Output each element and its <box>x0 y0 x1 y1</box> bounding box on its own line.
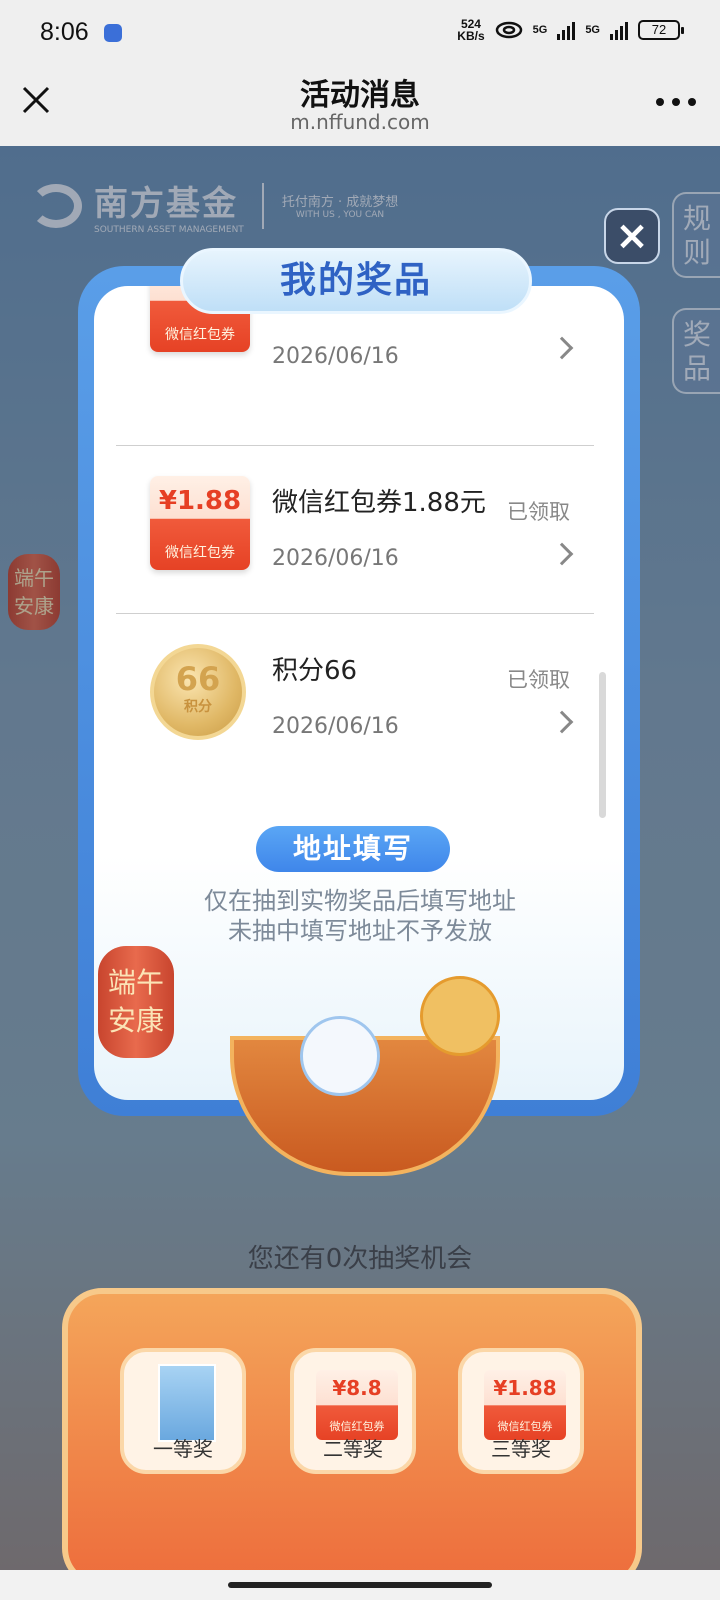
coin-label: 积分 <box>184 699 212 715</box>
blind-box-icon <box>158 1364 216 1442</box>
network-type-1: 5G <box>532 24 548 36</box>
network-speed-unit: KB/s <box>457 29 485 43</box>
redpack-label: 微信红包券 <box>165 545 235 561</box>
wechat-redpack-icon: ¥1.88 微信红包券 <box>150 476 250 570</box>
chevron-right-icon[interactable] <box>550 710 574 734</box>
hotspot-icon <box>495 21 522 39</box>
modal-close-button[interactable]: × <box>604 208 660 264</box>
app-notification-icon <box>104 24 122 42</box>
prize-date: 2026/06/16 <box>272 714 399 739</box>
address-note: 仅在抽到实物奖品后填写地址 未抽中填写地址不予发放 <box>100 886 620 946</box>
more-icon[interactable] <box>656 98 696 108</box>
points-coin-icon: 66 积分 <box>150 644 246 740</box>
prize-cell-third: ¥1.88 微信红包券 三等奖 <box>458 1348 584 1474</box>
gesture-handle[interactable] <box>228 1582 492 1588</box>
status-time: 8:06 <box>40 18 89 46</box>
chevron-right-icon[interactable] <box>550 336 574 360</box>
mini-redpack-label: 微信红包券 <box>497 1420 553 1433</box>
page-url: m.nffund.com <box>290 110 430 134</box>
network-speed: 524 KB/s <box>457 18 484 42</box>
gesture-bar <box>0 1570 720 1600</box>
address-note-line-2: 未抽中填写地址不予发放 <box>228 917 492 945</box>
dragon-head-illustration <box>420 976 500 1056</box>
prize-title: 微信红包券1.88元 <box>272 488 486 518</box>
lantern-front: 端午安康 <box>98 946 174 1058</box>
signal-icon-2 <box>610 20 628 40</box>
redpack-label: 微信红包券 <box>165 327 235 343</box>
prize-status: 已领取 <box>507 500 570 524</box>
mini-redpack-label: 微信红包券 <box>329 1420 385 1433</box>
prize-row[interactable]: ¥1.88 微信红包券 微信红包券1.88元 已领取 2026/06/16 <box>116 446 594 614</box>
signal-icon <box>557 20 576 40</box>
coin-number: 66 <box>175 660 221 698</box>
prize-title: 积分66 <box>272 656 358 686</box>
mini-redpack-amount: ¥8.8 <box>332 1376 382 1400</box>
mascot-illustration <box>300 1016 380 1096</box>
browser-nav-bar: 活动消息 m.nffund.com <box>0 64 720 146</box>
redpack-amount: ¥1.88 <box>158 486 242 516</box>
wechat-redpack-icon: ¥1.88 微信红包券 <box>484 1370 566 1440</box>
chevron-right-icon[interactable] <box>550 542 574 566</box>
prize-row[interactable]: 66 积分 积分66 已领取 2026/06/16 <box>116 614 594 782</box>
lottery-board: 一等奖 ¥8.8 微信红包券 二等奖 ¥1.88 微信红包券 三等奖 <box>62 1288 642 1570</box>
status-bar: 8:06 524 KB/s 5G 5G 72 <box>0 0 720 64</box>
draw-chances-text: 您还有0次抽奖机会 <box>247 1244 473 1274</box>
prize-date: 2026/06/16 <box>272 344 399 369</box>
wechat-redpack-icon: ¥8.8 微信红包券 <box>316 1370 398 1440</box>
network-type-2: 5G <box>585 24 600 36</box>
battery-icon: 72 <box>638 20 684 40</box>
prize-status: 已领取 <box>507 668 570 692</box>
address-fill-button[interactable]: 地址填写 <box>256 826 450 872</box>
mini-redpack-amount: ¥1.88 <box>493 1376 557 1400</box>
status-icons: 524 KB/s 5G 5G 72 <box>457 18 684 42</box>
activity-page: 南方基金 SOUTHERN ASSET MANAGEMENT 托付南方 · 成就… <box>0 146 720 1570</box>
prize-date: 2026/06/16 <box>272 546 399 571</box>
prize-cell-second: ¥8.8 微信红包券 二等奖 <box>290 1348 416 1474</box>
address-note-line-1: 仅在抽到实物奖品后填写地址 <box>204 887 516 915</box>
modal-title: 我的奖品 <box>180 248 532 314</box>
prize-cell-label: 三等奖 <box>491 1437 551 1461</box>
prize-list-scrollbar[interactable] <box>599 672 606 818</box>
prize-cell-label: 二等奖 <box>323 1437 383 1461</box>
prize-cell-label: 一等奖 <box>153 1437 213 1461</box>
prize-cell-first: 一等奖 <box>120 1348 246 1474</box>
page-title: 活动消息 <box>300 78 420 113</box>
